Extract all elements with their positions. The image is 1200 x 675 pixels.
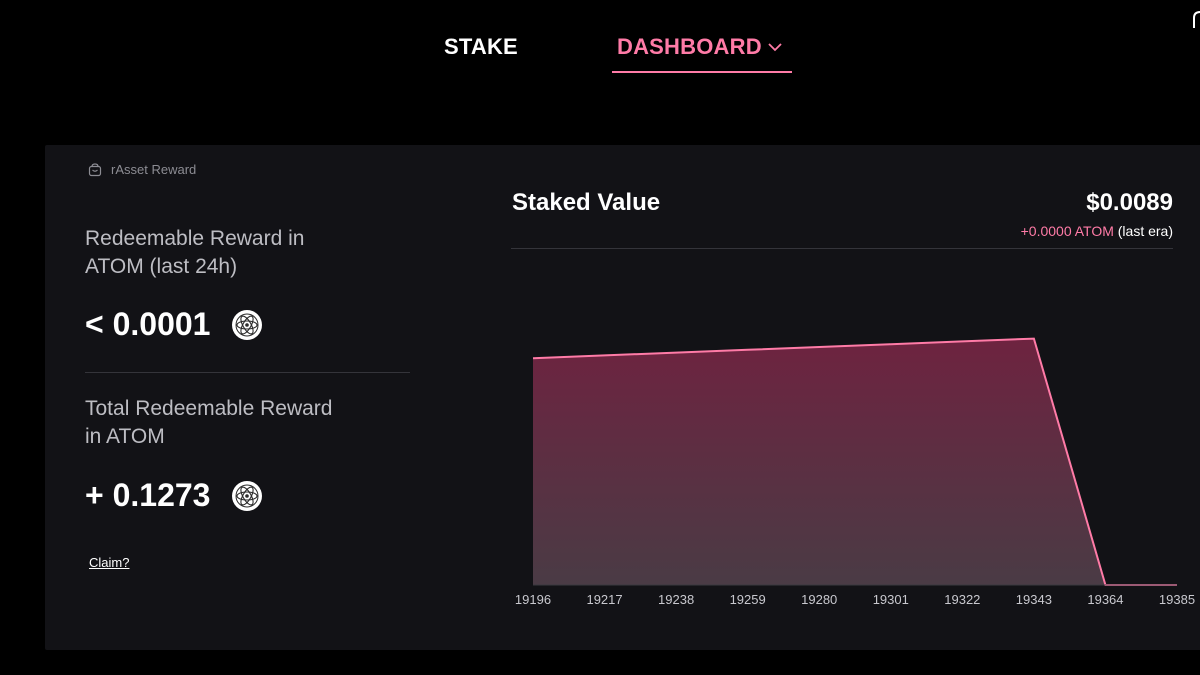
x-tick-label: 19259	[730, 592, 766, 605]
nav-stake[interactable]: STAKE	[444, 34, 518, 60]
redeemable-label: Redeemable Reward in ATOM (last 24h)	[85, 227, 305, 278]
total-value: + 0.1273	[85, 477, 211, 513]
staked-change-suffix: (last era)	[1117, 223, 1173, 239]
top-nav: STAKE DASHBOARD	[0, 0, 1200, 80]
atom-icon	[232, 480, 263, 511]
staked-change: +0.0000 ATOM (last era)	[1021, 223, 1173, 239]
nav-active-underline	[612, 71, 792, 73]
staked-change-amount: +0.0000 ATOM	[1020, 223, 1114, 239]
nav-dashboard-label: DASHBOARD	[617, 34, 762, 59]
nav-dashboard[interactable]: DASHBOARD	[617, 34, 782, 60]
staked-value: $0.0089	[1086, 189, 1173, 216]
x-tick-label: 19385	[1159, 592, 1195, 605]
atom-icon	[232, 309, 263, 340]
claim-link[interactable]: Claim?	[89, 555, 129, 570]
reward-header: rAsset Reward	[88, 162, 196, 177]
x-tick-label: 19364	[1087, 592, 1123, 605]
reward-header-label: rAsset Reward	[111, 162, 197, 177]
x-tick-label: 19322	[944, 592, 980, 605]
x-tick-label: 19301	[873, 592, 909, 605]
x-tick-label: 19280	[801, 592, 837, 605]
redeemable-value-row: < 0.0001	[85, 306, 263, 343]
chevron-down-icon	[768, 43, 782, 52]
x-tick-label: 19217	[586, 592, 622, 605]
staked-value-chart: 19196 19217 19238 19259 19280 19301 19322 19343…	[515, 337, 1195, 605]
x-tick-label: 19238	[658, 592, 694, 605]
chart-divider	[511, 248, 1173, 249]
dashboard-panel: rAsset Reward Redeemable Reward in ATOM …	[45, 145, 1200, 650]
x-tick-label: 19196	[515, 592, 551, 605]
chart-area	[533, 338, 1177, 585]
total-value-row: + 0.1273	[85, 477, 263, 514]
x-tick-label: 19343	[1016, 592, 1052, 605]
wallet-icon	[88, 162, 102, 176]
redeemable-value: < 0.0001	[85, 306, 211, 342]
total-label: Total Redeemable Reward in ATOM	[85, 397, 333, 448]
chart-title: Staked Value	[512, 189, 661, 216]
reward-divider	[85, 372, 410, 373]
bell-icon[interactable]	[1190, 8, 1200, 30]
